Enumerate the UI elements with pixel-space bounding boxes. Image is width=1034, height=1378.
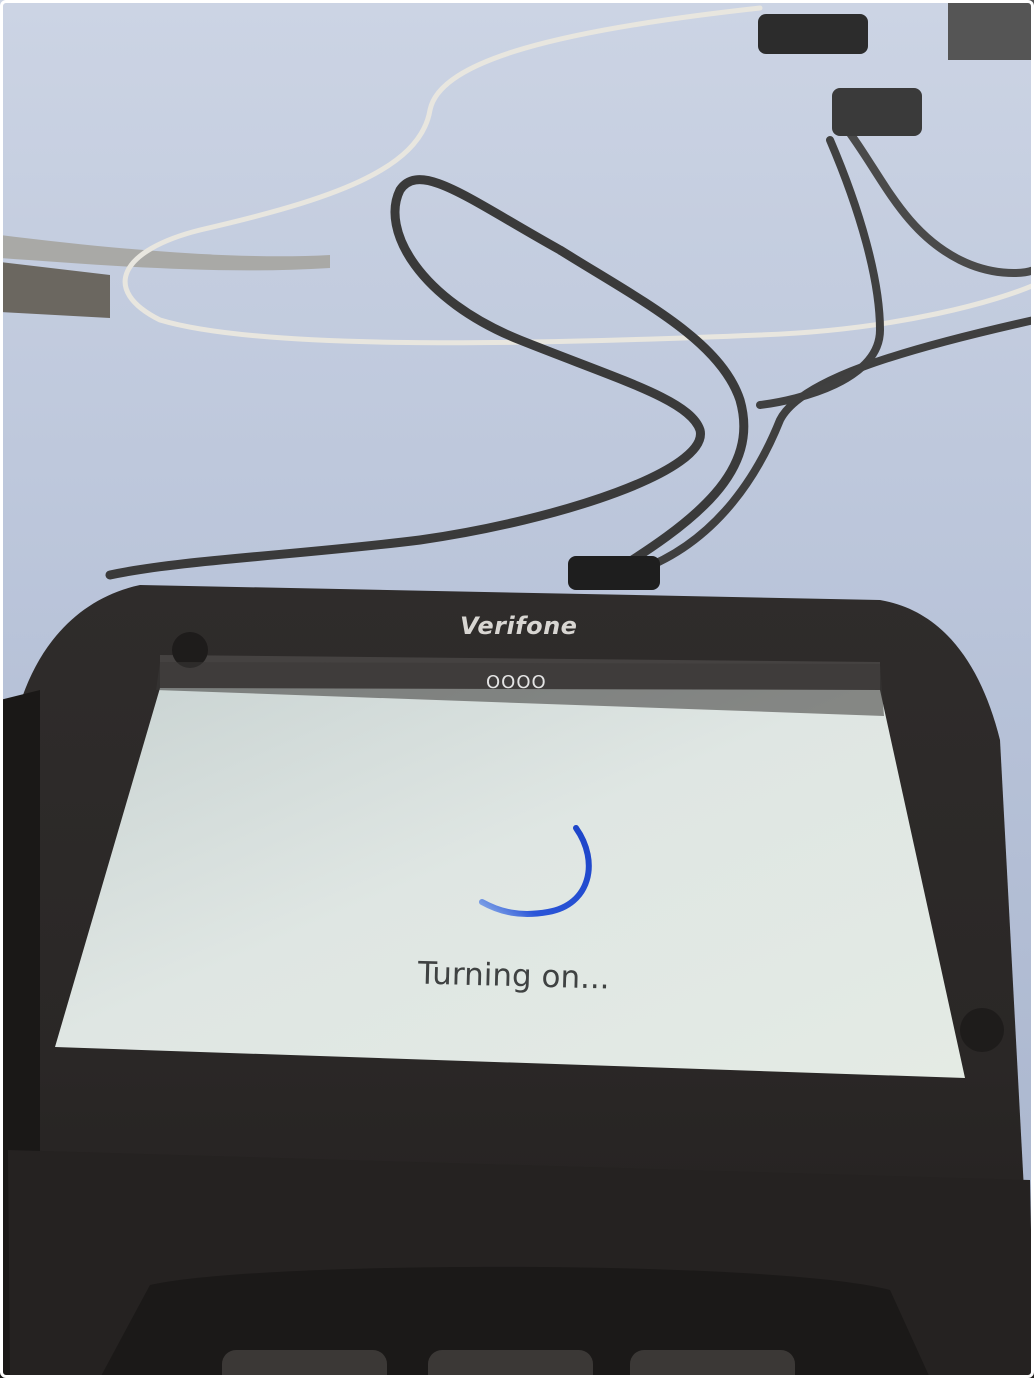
device-screen <box>55 688 965 1078</box>
key-1 <box>222 1350 387 1378</box>
brand-logo: Verifone <box>460 612 578 640</box>
bezel-dot-right <box>960 1008 1004 1052</box>
photo-frame: Verifone OOOO Turning on... <box>0 0 1034 1378</box>
cable-plug <box>568 556 660 590</box>
connector-right <box>832 88 922 136</box>
status-message: Turning on... <box>417 955 611 997</box>
key-2 <box>428 1350 593 1378</box>
connector-corner <box>948 0 1034 60</box>
key-3 <box>630 1350 795 1378</box>
status-indicator: OOOO <box>486 672 547 693</box>
connector-top <box>758 14 868 54</box>
